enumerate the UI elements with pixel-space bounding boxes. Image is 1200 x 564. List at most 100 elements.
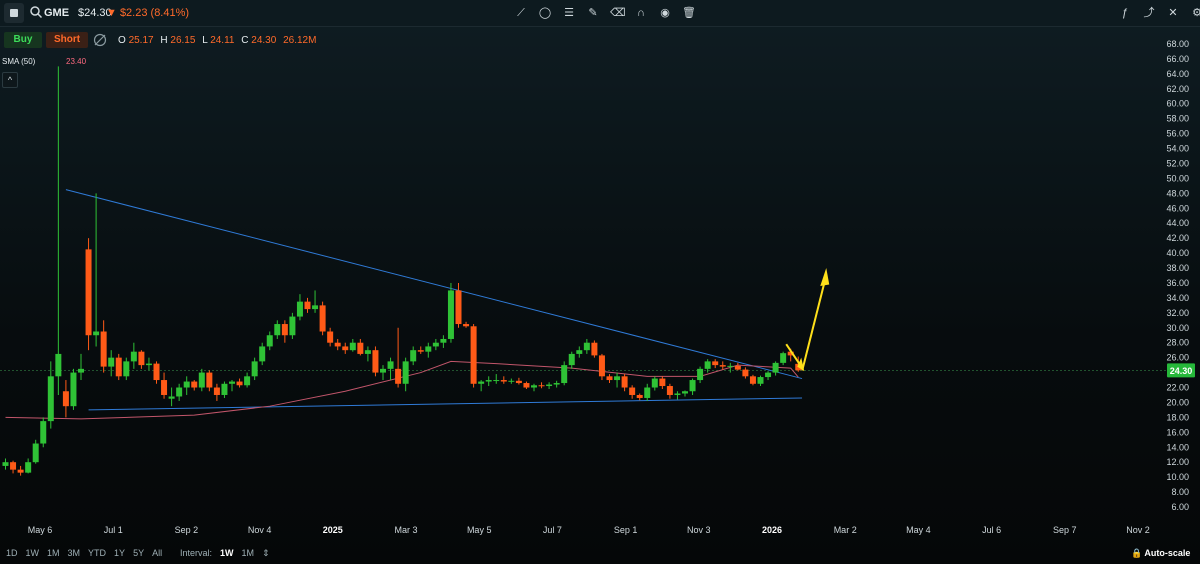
candle-body: [244, 376, 251, 386]
y-tick-label: 66.00: [1166, 54, 1189, 64]
candle-body: [115, 357, 122, 377]
range-1w-button[interactable]: 1W: [26, 548, 40, 558]
candle-body: [357, 342, 364, 354]
candle-body: [455, 290, 462, 325]
candle-body: [734, 365, 741, 370]
candle-body: [417, 350, 424, 352]
y-tick-label: 52.00: [1166, 158, 1189, 168]
x-tick-label: 2025: [323, 525, 343, 535]
candle-body: [772, 362, 779, 373]
x-tick-label: May 4: [906, 525, 931, 535]
candle-body: [47, 376, 54, 422]
auto-scale-button[interactable]: 🔒 Auto-scale: [1131, 548, 1190, 559]
y-tick-label: 68.00: [1166, 39, 1189, 49]
y-tick-label: 6.00: [1171, 502, 1189, 512]
candle-body: [576, 350, 583, 354]
candle-body: [470, 326, 477, 384]
candle-body: [780, 353, 787, 363]
candle-body: [123, 361, 130, 377]
candle-body: [304, 301, 311, 310]
y-tick-label: 46.00: [1166, 203, 1189, 213]
candle-body: [342, 346, 349, 351]
range-5y-button[interactable]: 5Y: [133, 548, 144, 558]
candle-body: [493, 380, 500, 382]
candle-body: [251, 361, 258, 377]
interval-option-0[interactable]: 1W: [220, 548, 234, 559]
candle-body: [153, 363, 160, 381]
candle-body: [546, 384, 553, 387]
candle-body: [296, 301, 303, 317]
x-tick-label: Nov 3: [687, 525, 711, 535]
candle-body: [183, 381, 190, 388]
range-1y-button[interactable]: 1Y: [114, 548, 125, 558]
candle-body: [621, 376, 628, 388]
candle-body: [191, 381, 198, 388]
candle-body: [100, 331, 107, 367]
candle-body: [380, 368, 386, 373]
y-tick-label: 18.00: [1166, 412, 1189, 422]
y-tick-label: 62.00: [1166, 84, 1189, 94]
x-tick-label: 2026: [762, 525, 782, 535]
y-tick-label: 36.00: [1166, 278, 1189, 288]
interval-option-1[interactable]: 1M: [242, 548, 255, 559]
x-tick-label: Sep 2: [175, 525, 199, 535]
auto-scale-label: Auto-scale: [1144, 548, 1191, 558]
candle-body: [697, 368, 704, 381]
candle-body: [508, 380, 515, 382]
candle-body: [583, 342, 590, 351]
y-tick-label: 32.00: [1166, 308, 1189, 318]
y-tick-label: 60.00: [1166, 99, 1189, 109]
range-3m-button[interactable]: 3M: [68, 548, 81, 558]
x-tick-label: Mar 3: [394, 525, 417, 535]
up-arrow-shaft: [801, 278, 827, 371]
candle-body: [274, 324, 281, 336]
bottom-toolbar: 1D 1W 1M 3M YTD 1Y 5Y All Interval: 1W 1M ⇕ 🔒 Aut…: [0, 544, 1200, 564]
candle-body: [266, 335, 273, 347]
candle-body: [636, 394, 643, 398]
candle-body: [364, 350, 371, 354]
candle-body: [742, 369, 749, 377]
candle-body: [2, 462, 9, 466]
candle-body: [485, 380, 492, 382]
candle-body: [682, 391, 688, 394]
candle-body: [432, 342, 439, 347]
candle-body: [349, 342, 356, 351]
candle-body: [312, 305, 319, 310]
candle-body: [553, 383, 560, 385]
candle-body: [447, 290, 454, 339]
candle-body: [478, 381, 485, 384]
candle-body: [161, 380, 168, 395]
candle-body: [221, 383, 228, 395]
range-all-button[interactable]: All: [152, 548, 162, 558]
range-1d-button[interactable]: 1D: [6, 548, 18, 558]
up-arrow-head: [820, 268, 830, 286]
price-chart[interactable]: 68.00 66.00 64.00 62.00 60.00 58.00 56.00 54.00…: [0, 0, 1200, 564]
candle-body: [591, 342, 598, 356]
candle-body: [40, 421, 47, 444]
range-1m-button[interactable]: 1M: [47, 548, 60, 558]
candle-body: [327, 331, 334, 343]
y-tick-label: 44.00: [1166, 218, 1189, 228]
interval-option-2[interactable]: ⇕: [262, 548, 270, 559]
candle-body: [402, 361, 409, 384]
candle-body: [606, 376, 613, 381]
y-tick-label: 26.00: [1166, 353, 1189, 363]
candle-body: [395, 368, 402, 384]
candle-body: [463, 324, 470, 327]
interval-label: Interval:: [180, 548, 213, 558]
range-ytd-button[interactable]: YTD: [88, 548, 106, 558]
y-tick-label: 30.00: [1166, 323, 1189, 333]
y-tick-label: 48.00: [1166, 188, 1189, 198]
candle-body: [32, 443, 39, 463]
candle-body: [500, 380, 507, 382]
candle-body: [712, 361, 719, 366]
x-tick-label: May 6: [28, 525, 53, 535]
candle-body: [168, 396, 175, 399]
candle-body: [70, 372, 77, 407]
candle-body: [598, 355, 605, 377]
candle-body: [62, 391, 69, 407]
candle-body: [674, 393, 681, 395]
candle-body: [727, 365, 734, 367]
y-tick-label: 58.00: [1166, 114, 1189, 124]
y-tick-label: 42.00: [1166, 233, 1189, 243]
